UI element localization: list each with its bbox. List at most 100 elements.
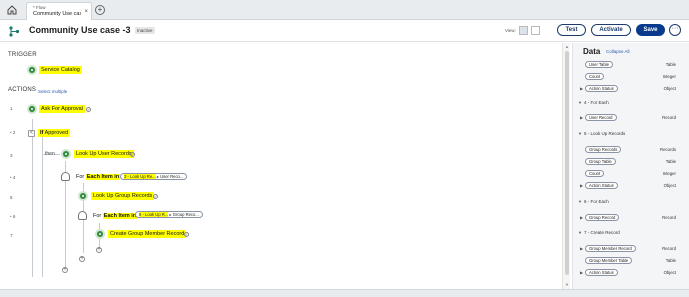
if-keyword: If xyxy=(40,130,44,136)
data-type: Record xyxy=(662,246,676,251)
flow-header: Community Use case -3 Inactive View: Tes… xyxy=(0,20,689,42)
data-pill-count[interactable]: Count xyxy=(585,170,605,177)
expand-triangle-icon[interactable]: ▶ xyxy=(580,86,583,91)
tab-strip: * Flow Community Use cas... × + xyxy=(0,0,689,20)
step-ask-for-approval[interactable]: Ask For Approval xyxy=(39,105,85,113)
data-pill-group-member-record[interactable]: Group Member Record xyxy=(585,245,636,252)
check-icon: ✓ xyxy=(153,194,158,199)
collapse-all-link[interactable]: Collapse All xyxy=(606,49,630,54)
view-label: View: xyxy=(505,28,516,33)
row-number: 7 xyxy=(10,233,13,238)
step-if-approved[interactable]: If Approved xyxy=(38,129,71,137)
row-number: 3 xyxy=(10,153,13,158)
data-pill-count[interactable]: Count xyxy=(585,73,605,80)
page-title: Community Use case -3 xyxy=(29,25,131,35)
scroll-thumb[interactable] xyxy=(565,51,569,275)
connector-main xyxy=(32,119,33,277)
data-panel-title: Data xyxy=(583,47,601,56)
scroll-down-icon[interactable]: ▼ xyxy=(564,282,570,287)
step-label: Ask For Approval xyxy=(41,106,83,112)
data-pill-group-records[interactable]: Group Records xyxy=(585,146,622,153)
home-icon[interactable] xyxy=(6,4,18,16)
data-type: Table xyxy=(665,62,676,67)
data-pill-user-record[interactable]: User Record xyxy=(585,114,617,121)
data-pill-group-table[interactable]: Group Table xyxy=(585,158,616,165)
trigger-icon xyxy=(27,65,37,75)
data-pill-action-status[interactable]: Action Status xyxy=(585,182,618,189)
view-diagram-icon[interactable] xyxy=(531,26,540,35)
tab-subtitle: * Flow xyxy=(33,5,46,10)
expand-triangle-icon[interactable]: ▶ xyxy=(580,215,583,220)
more-actions-button[interactable]: ··· xyxy=(669,24,681,36)
data-pill-action-status[interactable]: Action Status xyxy=(585,85,618,92)
select-multiple-link[interactable]: Select multiple xyxy=(38,89,67,94)
data-type: Records xyxy=(659,147,676,152)
expand-triangle-icon[interactable]: ▶ xyxy=(580,183,583,188)
for-each-icon xyxy=(78,211,87,220)
data-type: Object xyxy=(663,270,676,275)
data-panel: Data Collapse All User Table Table Count… xyxy=(572,43,689,289)
actions-label: ACTIONS xyxy=(8,87,37,93)
step-for-each-group[interactable]: For Each Item in xyxy=(93,213,138,219)
data-pill-user-table[interactable]: User Table xyxy=(585,61,613,68)
save-button[interactable]: Save xyxy=(636,24,665,36)
step-for-each-user[interactable]: For Each Item in xyxy=(76,174,121,180)
step-label: Look Up User Records xyxy=(76,151,132,157)
lookup-group-icon xyxy=(78,191,88,201)
expand-triangle-icon[interactable]: ▶ xyxy=(580,270,583,275)
scroll-up-icon[interactable]: ▲ xyxy=(564,44,570,49)
for-each-data-pill[interactable]: 3 - Look Up Re... ▸ User Reco... xyxy=(120,173,188,180)
step-look-up-group-records[interactable]: Look Up Group Records xyxy=(91,192,155,200)
section-7-create-record[interactable]: ▼ 7 - Create Record xyxy=(578,230,689,235)
canvas-scrollbar[interactable]: ▲ ▼ xyxy=(562,43,570,289)
data-pill-group-member-table[interactable]: Group Member Table xyxy=(585,257,633,264)
add-tab-icon[interactable]: + xyxy=(95,5,105,15)
check-icon: ✓ xyxy=(86,107,91,112)
data-type: Table xyxy=(665,159,676,164)
tab-flow[interactable]: * Flow Community Use cas... × xyxy=(26,2,92,20)
close-icon[interactable]: × xyxy=(84,9,88,15)
create-record-icon xyxy=(95,229,105,239)
step-look-up-user-records[interactable]: Look Up User Records xyxy=(74,150,134,158)
trigger-label: TRIGGER xyxy=(8,52,37,58)
lookup-user-icon xyxy=(61,149,71,159)
flow-icon xyxy=(9,26,20,37)
row-number: 5 xyxy=(10,195,13,200)
for-each-icon xyxy=(61,172,70,181)
data-type: Record xyxy=(662,215,676,220)
data-type: Integer xyxy=(662,171,676,176)
activate-button[interactable]: Activate xyxy=(591,24,631,36)
data-pill-action-status[interactable]: Action Status xyxy=(585,269,618,276)
tab-title: Community Use cas... xyxy=(33,11,81,17)
connector-if xyxy=(42,137,43,277)
test-button[interactable]: Test xyxy=(557,24,586,36)
data-type: Integer xyxy=(662,74,676,79)
add-step-icon[interactable]: + xyxy=(96,247,102,253)
data-type: Record xyxy=(662,115,676,120)
row-number: • 6 xyxy=(10,214,16,219)
trigger-name[interactable]: Service Catalog xyxy=(39,66,82,74)
row-number: • 4 xyxy=(10,175,16,180)
expand-triangle-icon[interactable]: ▶ xyxy=(580,115,583,120)
data-type: Table xyxy=(665,258,676,263)
view-tree-icon[interactable] xyxy=(519,26,528,35)
expand-triangle-icon[interactable]: ▶ xyxy=(580,246,583,251)
approval-icon xyxy=(27,104,37,114)
for-each-data-pill[interactable]: 5 - Look Up R... ▸ Group Reco... xyxy=(135,211,203,218)
step-label: Look Up Group Records xyxy=(93,193,153,199)
step-label: Create Group Member Record xyxy=(110,231,185,237)
add-step-icon[interactable]: + xyxy=(62,267,68,273)
section-6-for-each[interactable]: ▼ 6 - For Each xyxy=(578,199,689,204)
then-label: then xyxy=(45,151,55,157)
data-pill-group-record[interactable]: Group Record xyxy=(585,214,620,221)
step-create-group-member-record[interactable]: Create Group Member Record xyxy=(108,230,187,238)
add-step-icon[interactable]: + xyxy=(79,256,85,262)
step-label: Approved xyxy=(44,130,69,136)
check-icon: ✓ xyxy=(130,152,135,157)
flow-canvas: TRIGGER Service Catalog ACTIONS Select m… xyxy=(0,43,562,289)
section-4-for-each[interactable]: ▼ 4 - For Each xyxy=(578,100,689,105)
collapse-chevron-icon[interactable]: < xyxy=(28,130,35,137)
section-5-look-up-records[interactable]: ▼ 5 - Look Up Records xyxy=(578,131,689,136)
row-number: 1 xyxy=(10,106,13,111)
row-number: • 2 xyxy=(10,130,16,135)
